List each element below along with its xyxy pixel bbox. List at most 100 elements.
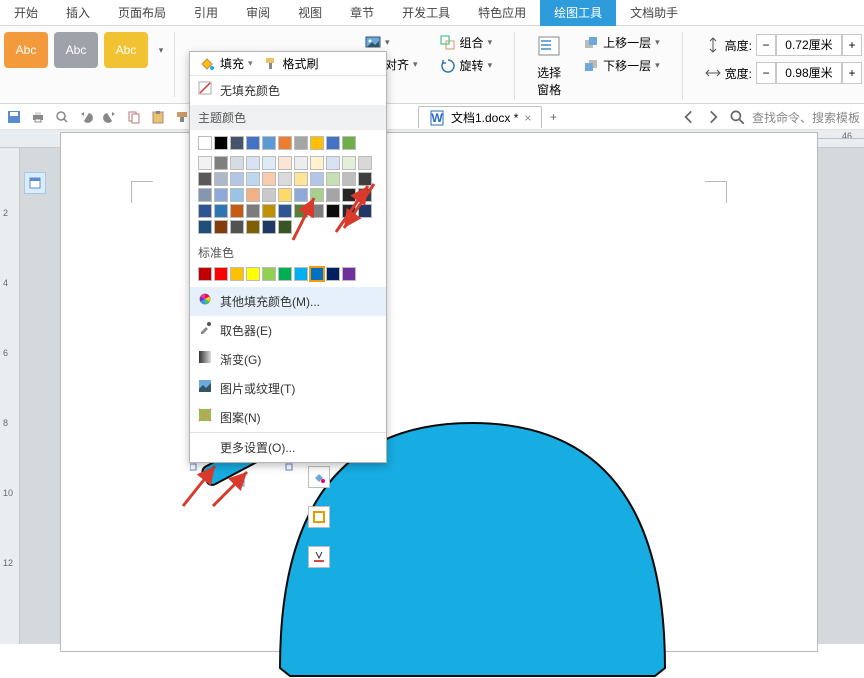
- color-swatch[interactable]: [326, 204, 340, 218]
- color-swatch[interactable]: [262, 188, 276, 202]
- color-swatch[interactable]: [230, 136, 244, 150]
- color-swatch[interactable]: [230, 156, 244, 170]
- nav-forward-icon[interactable]: [704, 108, 722, 126]
- color-swatch[interactable]: [262, 220, 276, 234]
- color-swatch[interactable]: [230, 267, 244, 281]
- color-swatch[interactable]: [262, 156, 276, 170]
- color-swatch[interactable]: [310, 172, 324, 186]
- picture-settings-icon[interactable]: [365, 34, 381, 50]
- width-value[interactable]: 0.98厘米: [776, 62, 842, 84]
- color-swatch[interactable]: [246, 136, 260, 150]
- tab-doc-helper[interactable]: 文档助手: [616, 0, 692, 26]
- shape-style-3[interactable]: Abc: [104, 32, 148, 68]
- color-swatch[interactable]: [198, 188, 212, 202]
- tab-start[interactable]: 开始: [0, 0, 52, 26]
- bring-forward-button[interactable]: 上移一层▾: [583, 34, 660, 51]
- color-swatch[interactable]: [214, 204, 228, 218]
- color-swatch[interactable]: [246, 156, 260, 170]
- selection-pane-label[interactable]: 选择窗格: [537, 64, 561, 98]
- color-swatch[interactable]: [214, 267, 228, 281]
- send-backward-button[interactable]: 下移一层▾: [583, 57, 660, 74]
- color-swatch[interactable]: [342, 156, 356, 170]
- height-value[interactable]: 0.72厘米: [776, 34, 842, 56]
- color-swatch[interactable]: [342, 204, 356, 218]
- color-swatch[interactable]: [294, 204, 308, 218]
- tab-developer[interactable]: 开发工具: [388, 0, 464, 26]
- color-swatch[interactable]: [342, 136, 356, 150]
- color-swatch[interactable]: [278, 136, 292, 150]
- color-swatch[interactable]: [326, 267, 340, 281]
- color-swatch[interactable]: [342, 188, 356, 202]
- tab-section[interactable]: 章节: [336, 0, 388, 26]
- float-shape-effects[interactable]: [308, 546, 330, 568]
- height-decrement[interactable]: −: [756, 34, 776, 56]
- color-swatch[interactable]: [278, 204, 292, 218]
- close-tab-icon[interactable]: ×: [524, 111, 531, 125]
- color-swatch[interactable]: [294, 267, 308, 281]
- color-swatch[interactable]: [294, 156, 308, 170]
- eyedropper-item[interactable]: 取色器(E): [190, 316, 386, 345]
- tab-page-layout[interactable]: 页面布局: [104, 0, 180, 26]
- color-swatch[interactable]: [358, 172, 372, 186]
- document-canvas[interactable]: [0, 148, 864, 644]
- color-swatch[interactable]: [246, 188, 260, 202]
- color-swatch[interactable]: [262, 267, 276, 281]
- color-swatch[interactable]: [342, 172, 356, 186]
- color-swatch[interactable]: [262, 172, 276, 186]
- color-swatch[interactable]: [278, 156, 292, 170]
- more-fill-colors-item[interactable]: 其他填充颜色(M)...: [190, 287, 386, 316]
- tab-view[interactable]: 视图: [284, 0, 336, 26]
- tab-insert[interactable]: 插入: [52, 0, 104, 26]
- rotate-button[interactable]: 旋转▾: [440, 57, 493, 74]
- color-swatch[interactable]: [294, 172, 308, 186]
- search-icon[interactable]: [728, 108, 746, 126]
- height-increment[interactable]: +: [842, 34, 862, 56]
- vertical-ruler[interactable]: 24681012: [0, 148, 20, 644]
- color-swatch[interactable]: [294, 188, 308, 202]
- qat-preview-icon[interactable]: [54, 109, 70, 125]
- color-swatch[interactable]: [310, 156, 324, 170]
- format-painter-button[interactable]: 格式刷: [263, 55, 319, 72]
- document-tab[interactable]: W 文档1.docx * ×: [418, 106, 542, 128]
- qat-print-icon[interactable]: [30, 109, 46, 125]
- color-swatch[interactable]: [310, 188, 324, 202]
- fill-caret-icon[interactable]: ▾: [248, 58, 253, 69]
- color-swatch[interactable]: [214, 188, 228, 202]
- color-swatch[interactable]: [262, 136, 276, 150]
- color-swatch[interactable]: [358, 188, 372, 202]
- nav-back-icon[interactable]: [680, 108, 698, 126]
- float-shape-fill[interactable]: [308, 466, 330, 488]
- color-swatch[interactable]: [198, 204, 212, 218]
- side-panel-toggle[interactable]: [24, 172, 46, 194]
- shape-style-2[interactable]: Abc: [54, 32, 98, 68]
- qat-redo-icon[interactable]: [102, 109, 118, 125]
- no-fill-item[interactable]: 无填充颜色: [190, 76, 386, 105]
- color-swatch[interactable]: [294, 136, 308, 150]
- width-increment[interactable]: +: [842, 62, 862, 84]
- color-swatch[interactable]: [198, 136, 212, 150]
- color-swatch[interactable]: [214, 172, 228, 186]
- fill-label[interactable]: 填充: [220, 55, 244, 72]
- qat-undo-icon[interactable]: [78, 109, 94, 125]
- dropdown-caret-icon[interactable]: ▾: [385, 37, 390, 48]
- color-swatch[interactable]: [326, 156, 340, 170]
- color-swatch[interactable]: [278, 267, 292, 281]
- color-swatch[interactable]: [230, 220, 244, 234]
- color-swatch[interactable]: [278, 172, 292, 186]
- color-swatch[interactable]: [278, 220, 292, 234]
- color-swatch[interactable]: [358, 204, 372, 218]
- shape-style-1[interactable]: Abc: [4, 32, 48, 68]
- qat-paste-icon[interactable]: [150, 109, 166, 125]
- color-swatch[interactable]: [326, 136, 340, 150]
- float-shape-outline[interactable]: [308, 506, 330, 528]
- qat-copy-icon[interactable]: [126, 109, 142, 125]
- tab-references[interactable]: 引用: [180, 0, 232, 26]
- color-swatch[interactable]: [262, 204, 276, 218]
- color-swatch[interactable]: [214, 136, 228, 150]
- color-swatch[interactable]: [198, 172, 212, 186]
- new-tab-button[interactable]: +: [542, 110, 564, 124]
- color-swatch[interactable]: [326, 188, 340, 202]
- color-swatch[interactable]: [246, 172, 260, 186]
- width-decrement[interactable]: −: [756, 62, 776, 84]
- color-swatch[interactable]: [230, 172, 244, 186]
